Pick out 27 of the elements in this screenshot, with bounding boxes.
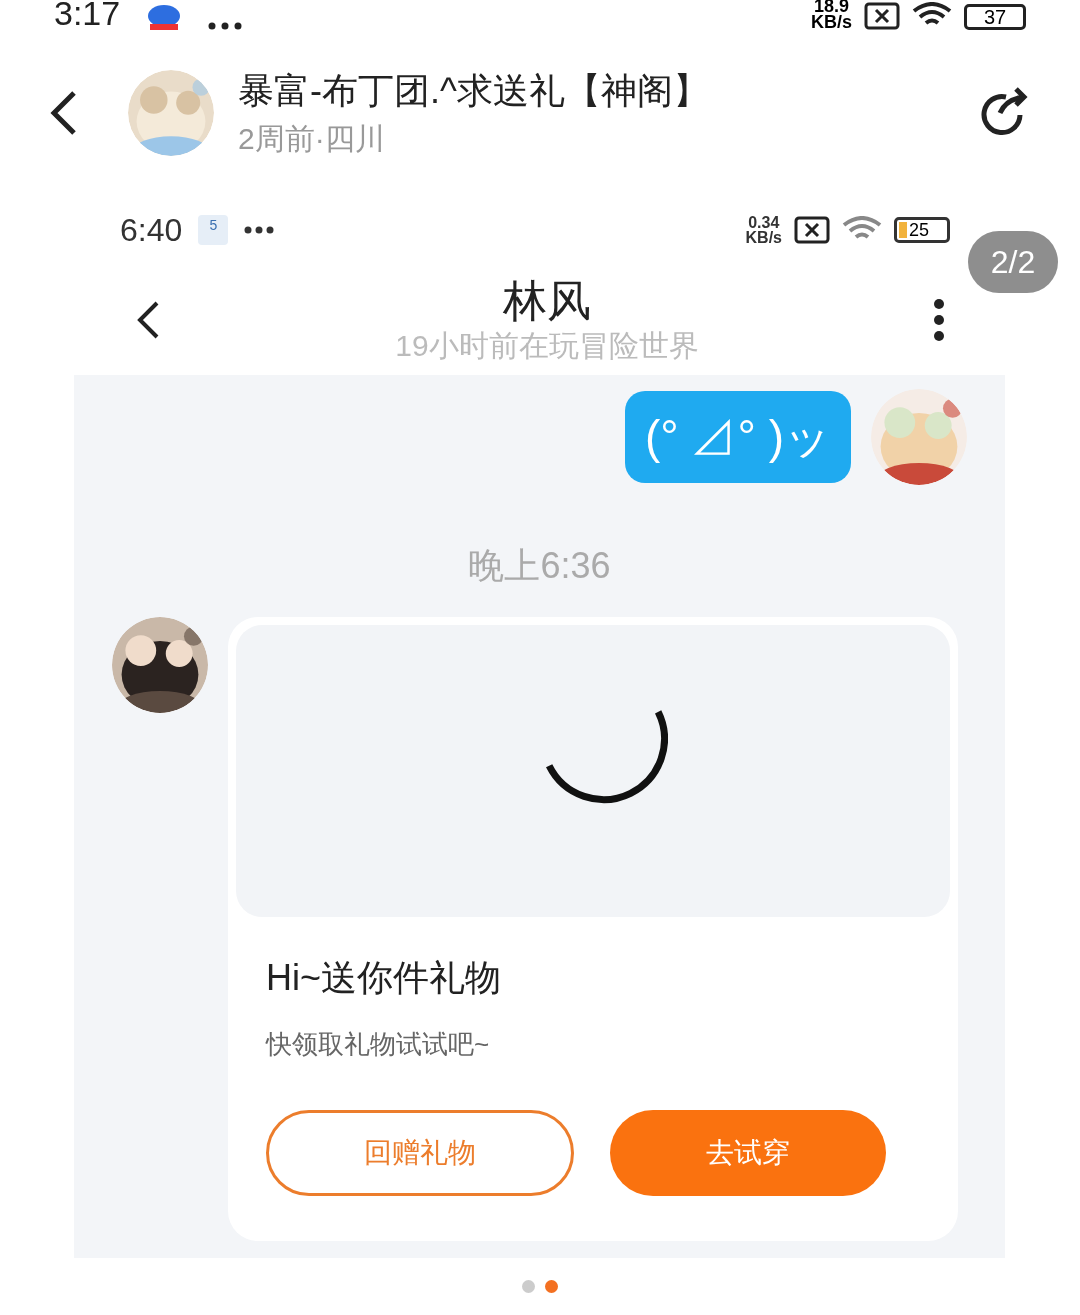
speed-value: 18.9 bbox=[813, 0, 849, 14]
gift-title: Hi~送你件礼物 bbox=[266, 956, 503, 1000]
speed-unit: KB/s bbox=[811, 14, 852, 30]
more-icon bbox=[244, 226, 275, 234]
post-meta: 2周前·四川 bbox=[238, 120, 386, 157]
no-sim-icon bbox=[864, 2, 900, 30]
more-options-icon[interactable] bbox=[933, 298, 945, 342]
notification-icon: 5 bbox=[198, 215, 229, 245]
speed-value: 0.34 bbox=[748, 215, 780, 230]
try-on-button[interactable]: 去试穿 bbox=[610, 1110, 886, 1196]
post-title: 暴富-布丁团.^求送礼【神阁】 bbox=[238, 68, 710, 113]
more-icon bbox=[208, 22, 243, 30]
speed-unit: KB/s bbox=[745, 230, 782, 245]
message-time: 晚上6:36 bbox=[468, 544, 611, 588]
chat-status: 19小时前在玩冒险世界 bbox=[395, 328, 699, 364]
back-icon[interactable] bbox=[135, 300, 161, 340]
back-icon[interactable] bbox=[48, 89, 78, 136]
status-time: 6:40 bbox=[120, 211, 183, 250]
page-indicator: 2/2 bbox=[968, 231, 1058, 293]
battery-icon: 37 bbox=[964, 4, 1026, 30]
gift-subtitle: 快领取礼物试试吧~ bbox=[266, 1028, 491, 1061]
no-sim-icon bbox=[794, 216, 830, 244]
battery-icon: 25 bbox=[894, 217, 950, 243]
chat-title: 林风 bbox=[503, 275, 591, 327]
message-bubble: (° ⊿° )ッ bbox=[625, 391, 851, 483]
gift-back-button[interactable]: 回赠礼物 bbox=[266, 1110, 574, 1196]
status-time: 3:17 bbox=[54, 0, 121, 30]
